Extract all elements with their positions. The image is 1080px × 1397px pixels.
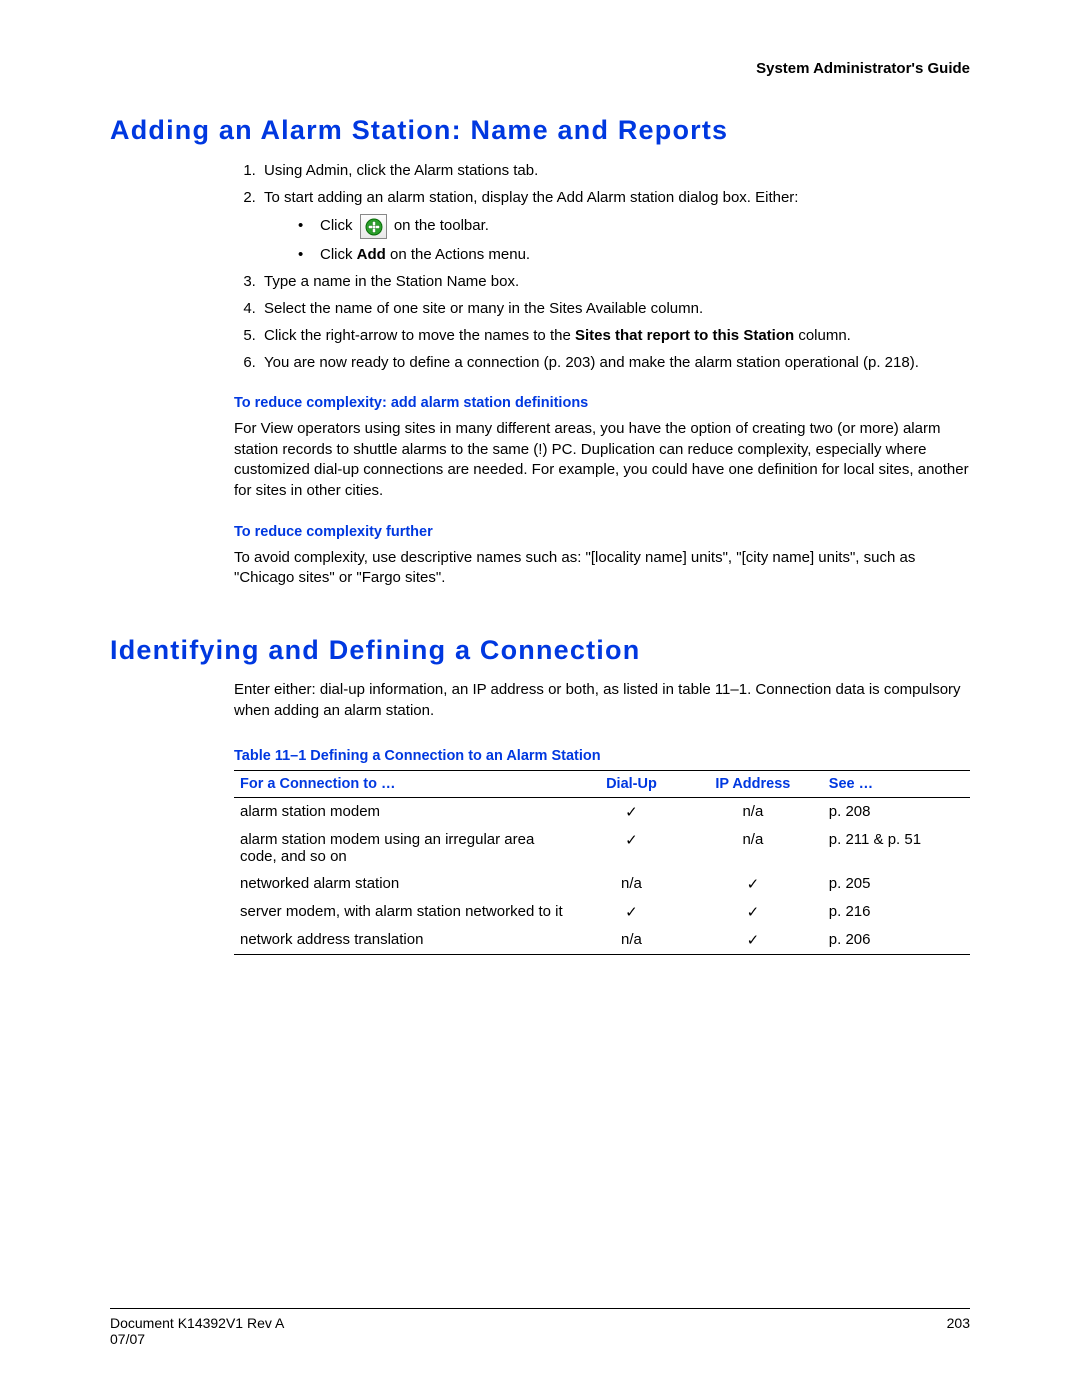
cell-dial: ✓ — [580, 797, 683, 826]
substep-text: on the Actions menu. — [386, 246, 530, 263]
cell-dial: n/a — [580, 926, 683, 955]
reduce-heading-1: To reduce complexity: add alarm station … — [234, 395, 970, 411]
step-text: To start adding an alarm station, displa… — [264, 189, 798, 206]
th-ip: IP Address — [683, 770, 823, 797]
footer-page: 203 — [947, 1315, 970, 1331]
footer-doc: Document K14392V1 Rev A — [110, 1315, 284, 1331]
th-see: See … — [823, 770, 970, 797]
cell-see: p. 216 — [823, 898, 970, 926]
substep-text: on the toolbar. — [394, 217, 489, 234]
table-caption: Table 11–1 Defining a Connection to an A… — [234, 748, 970, 764]
step-item: Click the right-arrow to move the names … — [260, 325, 970, 346]
cell-see: p. 206 — [823, 926, 970, 955]
cell-dial: ✓ — [580, 898, 683, 926]
cell-conn: network address translation — [234, 926, 580, 955]
table-row: alarm station modem ✓ n/a p. 208 — [234, 797, 970, 826]
table-row: network address translation n/a ✓ p. 206 — [234, 926, 970, 955]
cell-conn: server modem, with alarm station network… — [234, 898, 580, 926]
cell-ip: n/a — [683, 826, 823, 870]
bold-add: Add — [357, 246, 386, 263]
plus-icon — [360, 214, 387, 239]
substeps: Click on the toolbar. Click Add on th — [298, 212, 970, 265]
section-title-adding: Adding an Alarm Station: Name and Report… — [110, 115, 970, 146]
cell-conn: networked alarm station — [234, 870, 580, 898]
step-text: Click the right-arrow to move the names … — [264, 327, 575, 344]
section2-intro: Enter either: dial-up information, an IP… — [234, 680, 970, 721]
cell-see: p. 211 & p. 51 — [823, 826, 970, 870]
th-dialup: Dial-Up — [580, 770, 683, 797]
cell-dial: n/a — [580, 870, 683, 898]
cell-dial: ✓ — [580, 826, 683, 870]
reduce-heading-2: To reduce complexity further — [234, 524, 970, 540]
cell-ip: ✓ — [683, 926, 823, 955]
footer-date: 07/07 — [110, 1331, 970, 1347]
cell-ip: ✓ — [683, 870, 823, 898]
cell-ip: ✓ — [683, 898, 823, 926]
substep-text: Click — [320, 246, 357, 263]
th-connection: For a Connection to … — [234, 770, 580, 797]
substep-item: Click Add on the Actions menu. — [298, 244, 970, 265]
steps-list: Using Admin, click the Alarm stations ta… — [110, 160, 970, 373]
cell-conn: alarm station modem using an irregular a… — [234, 826, 580, 870]
guide-header: System Administrator's Guide — [110, 60, 970, 77]
substep-item: Click on the toolbar. — [298, 212, 970, 240]
cell-see: p. 208 — [823, 797, 970, 826]
step-item: Select the name of one site or many in t… — [260, 298, 970, 319]
section-title-connection: Identifying and Defining a Connection — [110, 635, 970, 666]
cell-conn: alarm station modem — [234, 797, 580, 826]
step-item: Type a name in the Station Name box. — [260, 271, 970, 292]
step-item: You are now ready to define a connection… — [260, 352, 970, 373]
step-item: Using Admin, click the Alarm stations ta… — [260, 160, 970, 181]
step-item: To start adding an alarm station, displa… — [260, 187, 970, 265]
step-text: column. — [794, 327, 851, 344]
bold-sites: Sites that report to this Station — [575, 327, 794, 344]
table-row: alarm station modem using an irregular a… — [234, 826, 970, 870]
reduce-body-2: To avoid complexity, use descriptive nam… — [234, 548, 970, 589]
substep-text: Click — [320, 217, 357, 234]
cell-see: p. 205 — [823, 870, 970, 898]
reduce-body-1: For View operators using sites in many d… — [234, 419, 970, 502]
table-row: networked alarm station n/a ✓ p. 205 — [234, 870, 970, 898]
connection-table: For a Connection to … Dial-Up IP Address… — [234, 770, 970, 955]
table-row: server modem, with alarm station network… — [234, 898, 970, 926]
page-footer: Document K14392V1 Rev A 203 07/07 — [110, 1308, 970, 1347]
cell-ip: n/a — [683, 797, 823, 826]
